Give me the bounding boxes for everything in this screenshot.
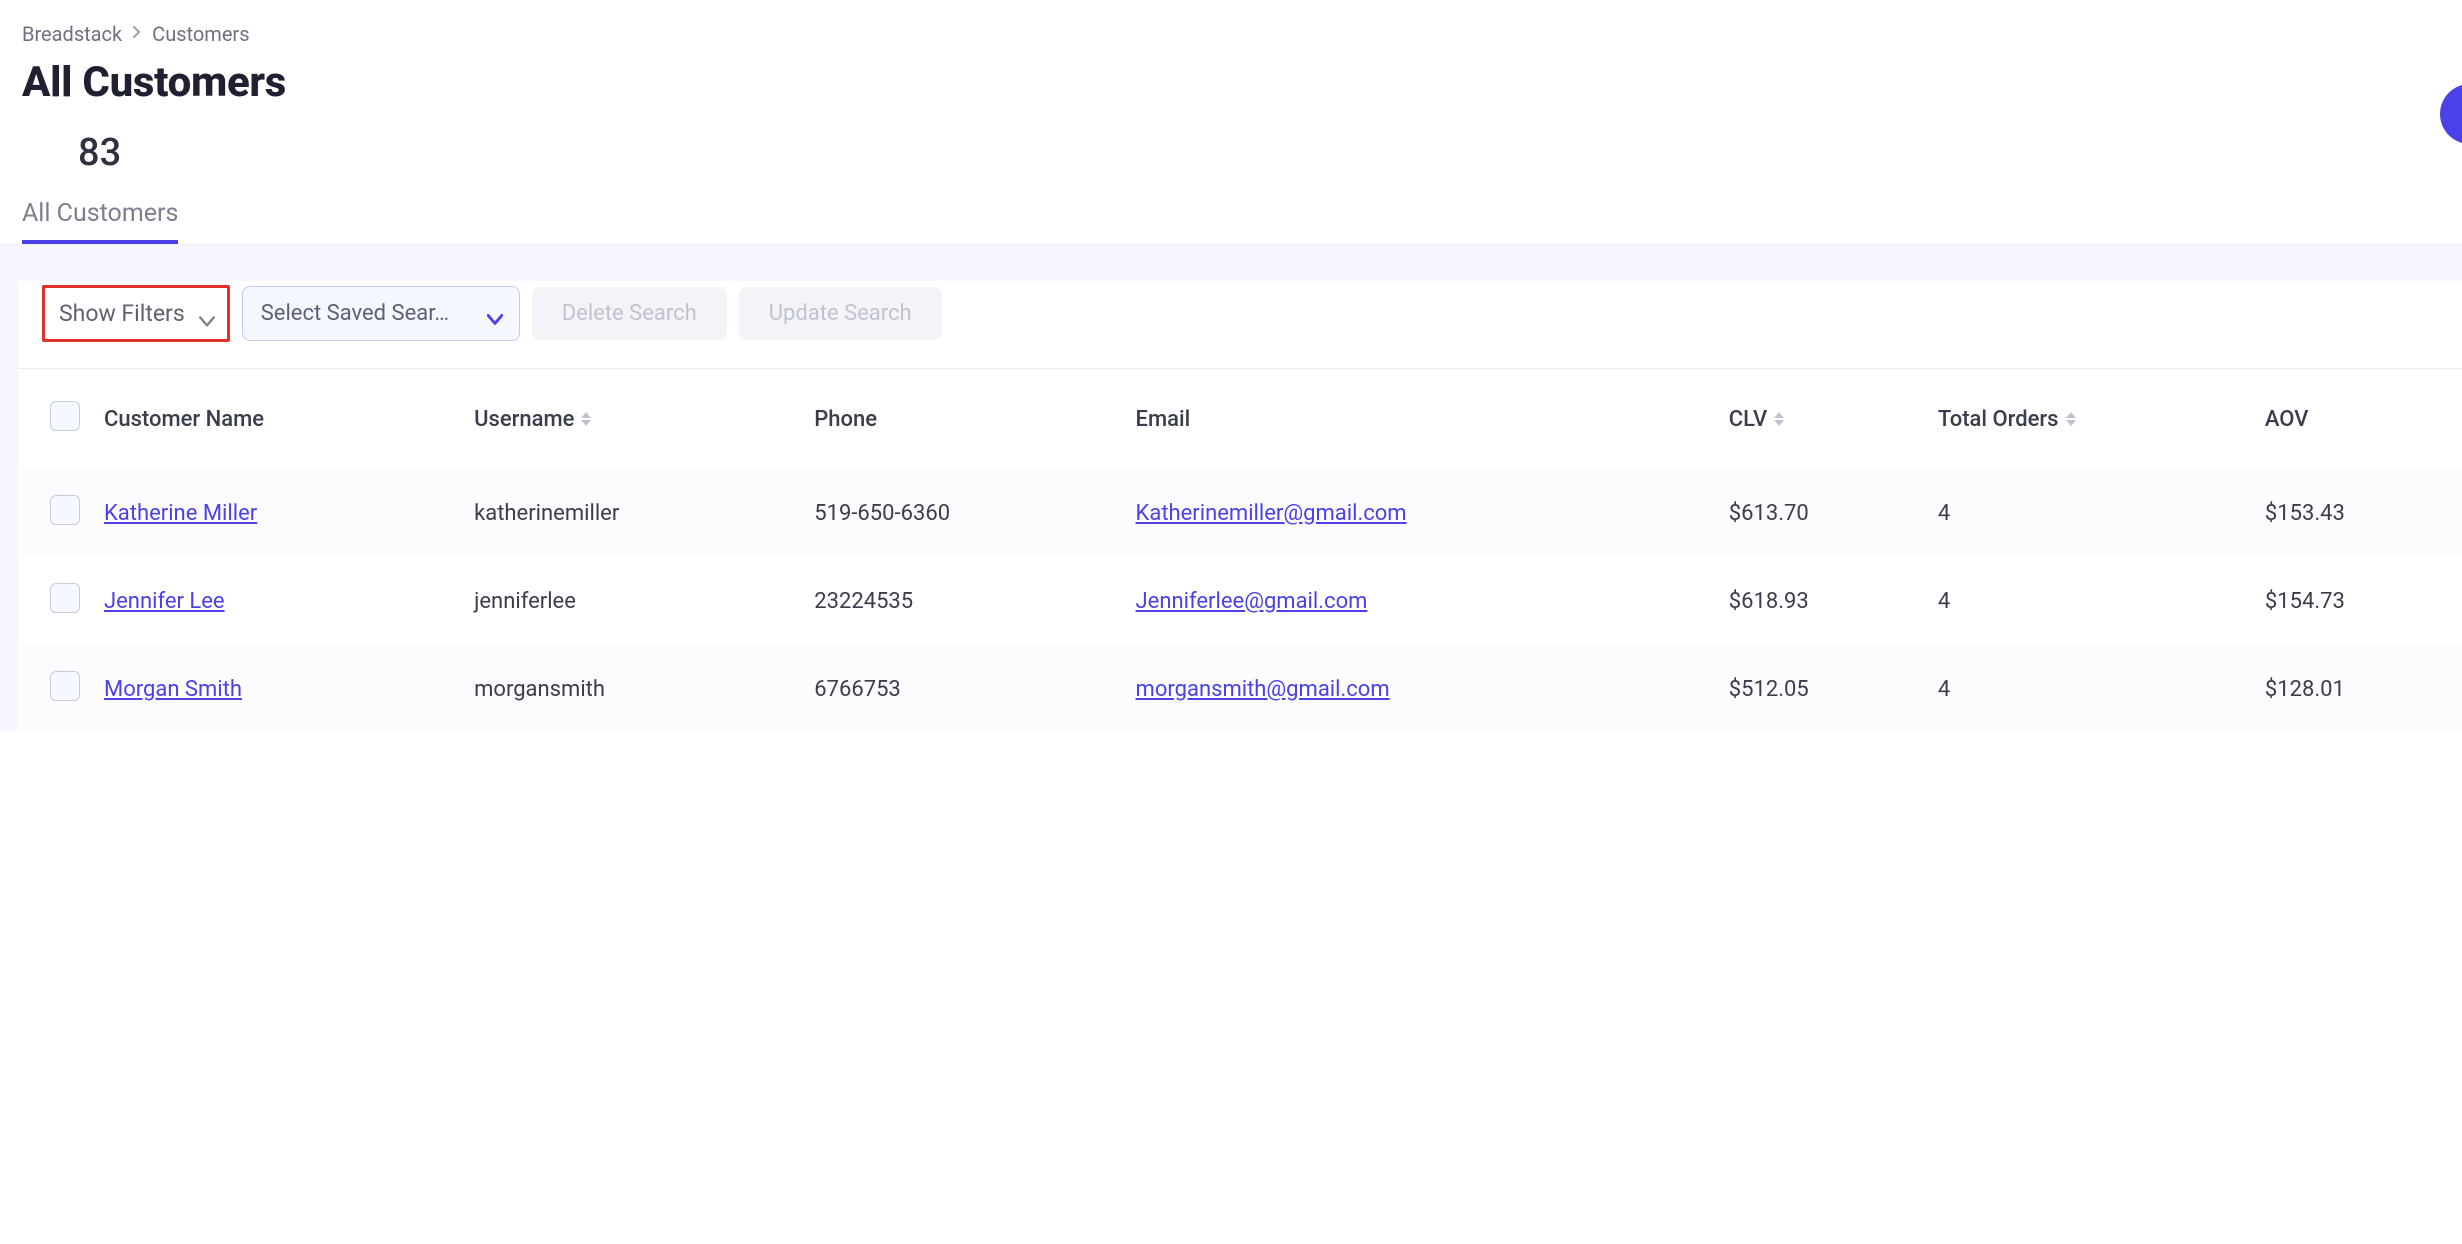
chevron-down-icon [199, 307, 213, 321]
show-filters-label: Show Filters [59, 300, 185, 327]
saved-search-select[interactable]: Select Saved Sear… [242, 286, 520, 341]
cell-clv: $512.05 [1717, 645, 1926, 733]
customer-email-link[interactable]: Katherinemiller@gmail.com [1136, 501, 1407, 526]
breadcrumb-root[interactable]: Breadstack [22, 22, 122, 46]
col-clv[interactable]: CLV [1717, 369, 1926, 469]
table-row: Katherine Miller katherinemiller519-650-6… [18, 469, 2462, 557]
cell-clv: $618.93 [1717, 557, 1926, 645]
row-checkbox[interactable] [50, 671, 80, 701]
chevron-right-icon [132, 26, 142, 42]
cell-aov: $153.43 [2253, 469, 2462, 557]
customer-count: 83 [78, 131, 2440, 175]
page-title: All Customers [22, 58, 2440, 107]
cell-orders: 4 [1926, 469, 2253, 557]
cell-username: morgansmith [462, 645, 802, 733]
customer-email-link[interactable]: morgansmith@gmail.com [1136, 677, 1390, 702]
chevron-down-icon [487, 307, 501, 321]
sort-icon[interactable] [580, 411, 592, 427]
cell-clv: $613.70 [1717, 469, 1926, 557]
col-clv-label: CLV [1729, 407, 1767, 432]
select-all-checkbox[interactable] [50, 401, 80, 431]
show-filters-toggle[interactable]: Show Filters [59, 300, 213, 327]
delete-search-button[interactable]: Delete Search [532, 287, 727, 340]
cell-orders: 4 [1926, 645, 2253, 733]
sort-icon[interactable] [2065, 411, 2077, 427]
col-aov[interactable]: AOV [2253, 369, 2462, 469]
breadcrumb-current[interactable]: Customers [152, 22, 249, 46]
col-email[interactable]: Email [1124, 369, 1717, 469]
update-search-button[interactable]: Update Search [739, 287, 942, 340]
tab-all-customers[interactable]: All Customers [22, 199, 178, 244]
customer-name-link[interactable]: Jennifer Lee [104, 589, 225, 614]
saved-search-placeholder: Select Saved Sear… [261, 301, 449, 326]
col-customer-name[interactable]: Customer Name [92, 369, 462, 469]
cell-username: jenniferlee [462, 557, 802, 645]
col-phone[interactable]: Phone [802, 369, 1123, 469]
table-row: Morgan Smith morgansmith6766753 morgansmit… [18, 645, 2462, 733]
cell-aov: $128.01 [2253, 645, 2462, 733]
row-checkbox[interactable] [50, 583, 80, 613]
cell-aov: $154.73 [2253, 557, 2462, 645]
col-orders-label: Total Orders [1938, 407, 2059, 432]
cell-username: katherinemiller [462, 469, 802, 557]
col-username-label: Username [474, 407, 574, 432]
customers-table: Customer Name Username Phone Email [18, 369, 2462, 733]
cell-phone: 6766753 [802, 645, 1123, 733]
show-filters-highlight: Show Filters [42, 285, 230, 342]
breadcrumb: Breadstack Customers [22, 22, 2440, 46]
table-row: Jennifer Lee jenniferlee23224535 Jenniferl… [18, 557, 2462, 645]
customer-email-link[interactable]: Jenniferlee@gmail.com [1136, 589, 1368, 614]
customer-name-link[interactable]: Morgan Smith [104, 677, 242, 702]
cell-phone: 23224535 [802, 557, 1123, 645]
col-total-orders[interactable]: Total Orders [1926, 369, 2253, 469]
customer-name-link[interactable]: Katherine Miller [104, 501, 257, 526]
row-checkbox[interactable] [50, 495, 80, 525]
cell-orders: 4 [1926, 557, 2253, 645]
sort-icon[interactable] [1773, 411, 1785, 427]
cell-phone: 519-650-6360 [802, 469, 1123, 557]
col-username[interactable]: Username [462, 369, 802, 469]
